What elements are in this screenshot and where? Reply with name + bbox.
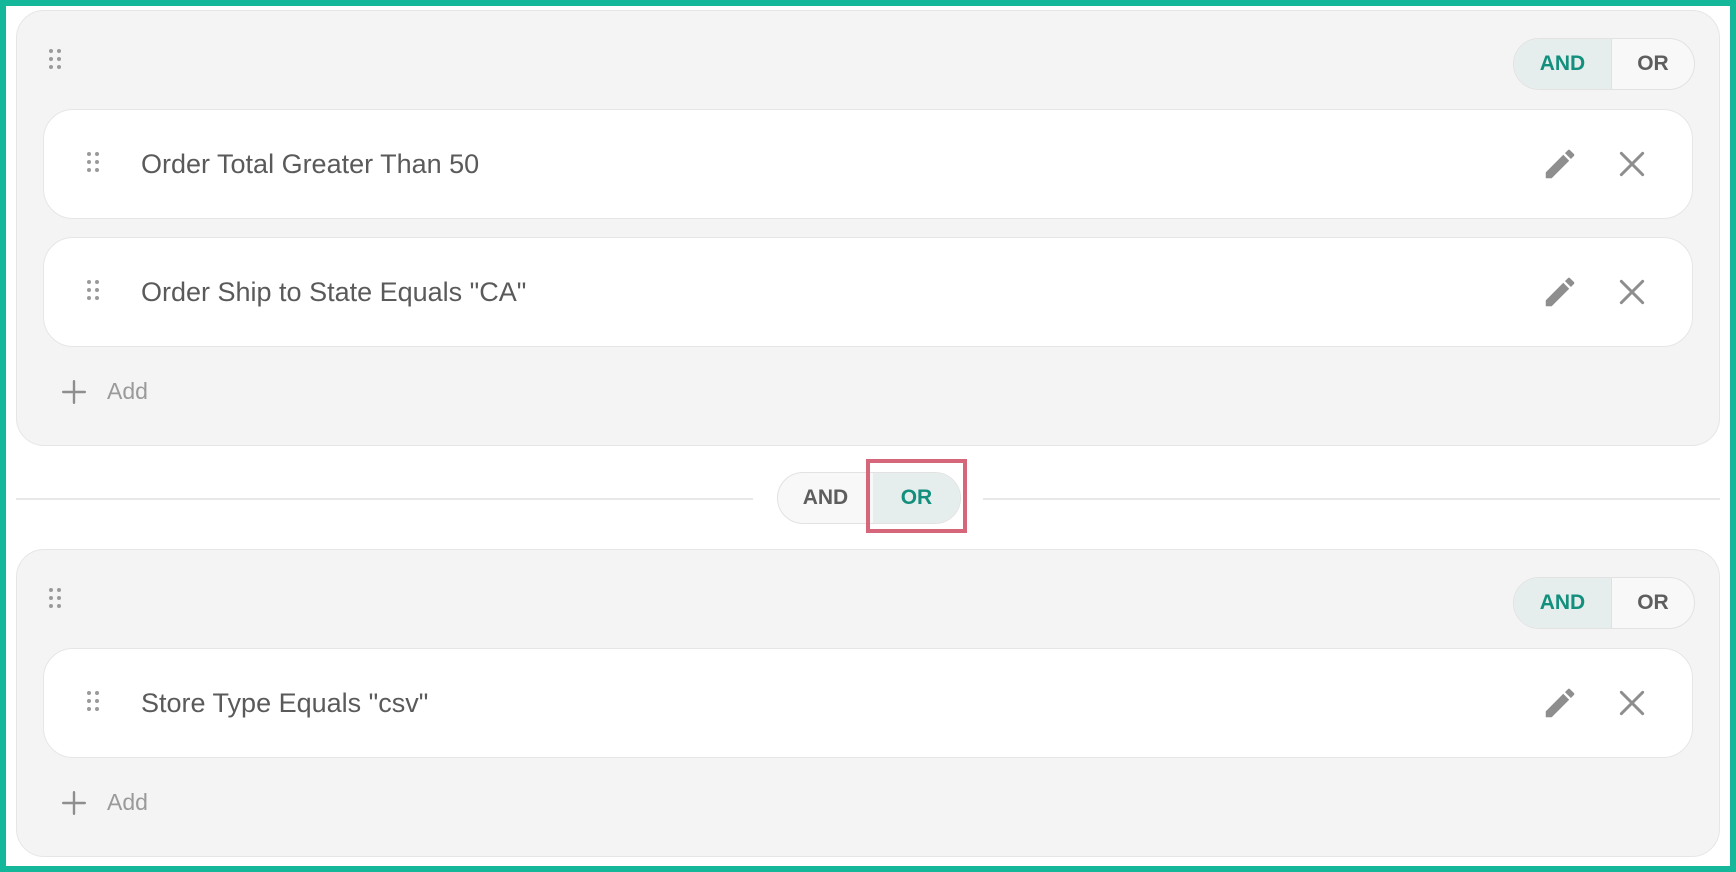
rule-row: Store Type Equals "csv" xyxy=(43,648,1693,758)
divider-left xyxy=(16,498,753,500)
group-2-or-option[interactable]: OR xyxy=(1610,578,1694,628)
condition-group-1: AND OR Order Total Greater Than 50 Order… xyxy=(16,10,1720,446)
rule-label: Order Ship to State Equals "CA" xyxy=(141,277,527,307)
rule-label: Order Total Greater Than 50 xyxy=(141,149,480,179)
add-rule-label: Add xyxy=(107,789,148,815)
pencil-icon[interactable] xyxy=(1541,273,1579,311)
group-drag-handle-icon[interactable] xyxy=(49,49,61,69)
rule-row: Order Ship to State Equals "CA" xyxy=(43,237,1693,347)
group-1-operator-toggle: AND OR xyxy=(1513,38,1695,90)
group-2-operator-toggle: AND OR xyxy=(1513,577,1695,629)
condition-group-2: AND OR Store Type Equals "csv" Add xyxy=(16,549,1720,857)
rule-drag-handle-icon[interactable] xyxy=(87,691,99,711)
join-and-option[interactable]: AND xyxy=(778,473,873,523)
rule-drag-handle-icon[interactable] xyxy=(87,280,99,300)
group-1-and-option[interactable]: AND xyxy=(1514,39,1611,89)
close-icon[interactable] xyxy=(1616,148,1648,180)
rule-drag-handle-icon[interactable] xyxy=(87,152,99,172)
rule-row: Order Total Greater Than 50 xyxy=(43,109,1693,219)
add-rule-button[interactable]: Add xyxy=(61,789,148,816)
divider-right xyxy=(983,498,1720,500)
add-rule-label: Add xyxy=(107,378,148,404)
plus-icon xyxy=(61,790,87,815)
plus-icon xyxy=(61,379,87,404)
group-2-and-option[interactable]: AND xyxy=(1514,578,1611,628)
pencil-icon[interactable] xyxy=(1541,145,1579,183)
group-drag-handle-icon[interactable] xyxy=(49,588,61,608)
pencil-icon[interactable] xyxy=(1541,684,1579,722)
rule-label: Store Type Equals "csv" xyxy=(141,688,429,718)
close-icon[interactable] xyxy=(1616,276,1648,308)
selection-highlight xyxy=(866,459,967,533)
group-1-or-option[interactable]: OR xyxy=(1610,39,1694,89)
close-icon[interactable] xyxy=(1616,687,1648,719)
add-rule-button[interactable]: Add xyxy=(61,378,148,405)
